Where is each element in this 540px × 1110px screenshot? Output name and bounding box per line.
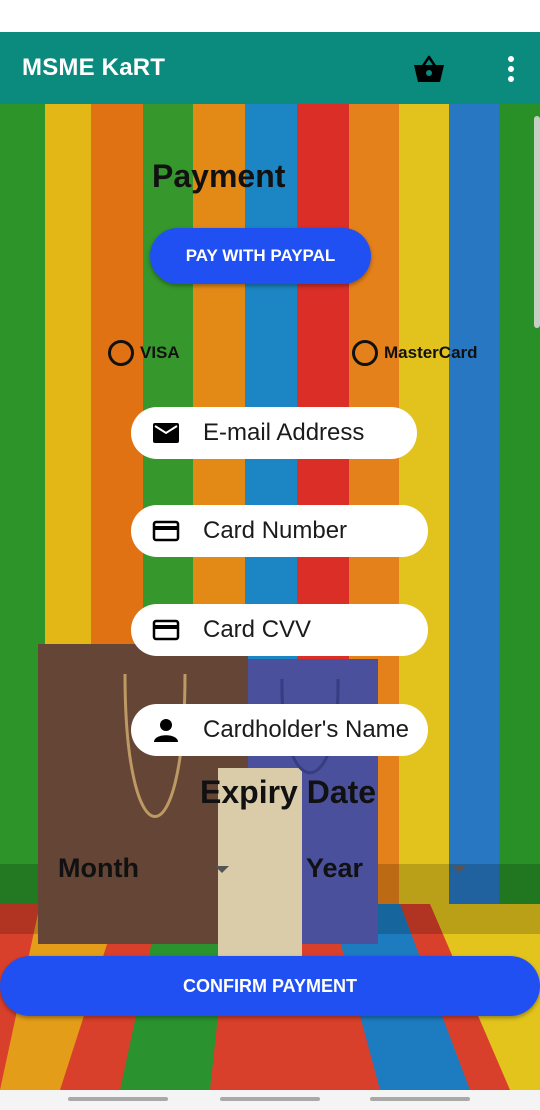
payment-screen: Payment PAY WITH PAYPAL VISA MasterCard …	[0, 104, 540, 1090]
month-label: Month	[58, 852, 139, 883]
nav-home[interactable]	[220, 1097, 320, 1101]
card-number-field[interactable]: Card Number	[131, 505, 428, 557]
nav-recents[interactable]	[370, 1097, 470, 1101]
page-title: Payment	[152, 158, 286, 194]
card-number-placeholder: Card Number	[203, 517, 348, 544]
shopping-basket-icon[interactable]	[412, 54, 446, 84]
scrollbar[interactable]	[534, 116, 540, 328]
expiry-date-title: Expiry Date	[200, 774, 377, 810]
credit-card-icon	[151, 516, 181, 546]
cardholder-name-placeholder: Cardholder's Name	[203, 716, 410, 743]
radio-circle-icon	[352, 340, 378, 366]
dropdown-arrow-icon	[215, 866, 229, 873]
status-bar	[0, 0, 540, 32]
more-vert-icon[interactable]	[500, 52, 522, 86]
visa-radio[interactable]: VISA	[108, 340, 180, 366]
mastercard-label: MasterCard	[384, 343, 478, 362]
system-nav-bar	[0, 1090, 540, 1110]
nav-back[interactable]	[68, 1097, 168, 1101]
app-title: MSME KaRT	[22, 54, 166, 81]
credit-card-icon	[151, 615, 181, 645]
mail-icon	[151, 418, 181, 448]
card-cvv-placeholder: Card CVV	[203, 616, 312, 643]
month-spinner[interactable]: Month	[58, 850, 238, 886]
year-label: Year	[306, 852, 364, 883]
visa-label: VISA	[140, 343, 180, 362]
radio-circle-icon	[108, 340, 134, 366]
confirm-payment-button[interactable]: CONFIRM PAYMENT	[0, 956, 540, 1016]
pay-with-paypal-button[interactable]: PAY WITH PAYPAL	[150, 228, 371, 284]
email-placeholder: E-mail Address	[203, 419, 365, 446]
year-spinner[interactable]: Year	[306, 850, 470, 886]
card-cvv-field[interactable]: Card CVV	[131, 604, 428, 656]
dropdown-arrow-icon	[452, 866, 466, 873]
person-icon	[151, 715, 181, 745]
app-bar: MSME KaRT	[0, 32, 540, 104]
mastercard-radio[interactable]: MasterCard	[352, 340, 478, 366]
cardholder-name-field[interactable]: Cardholder's Name	[131, 704, 428, 756]
email-field[interactable]: E-mail Address	[131, 407, 417, 459]
